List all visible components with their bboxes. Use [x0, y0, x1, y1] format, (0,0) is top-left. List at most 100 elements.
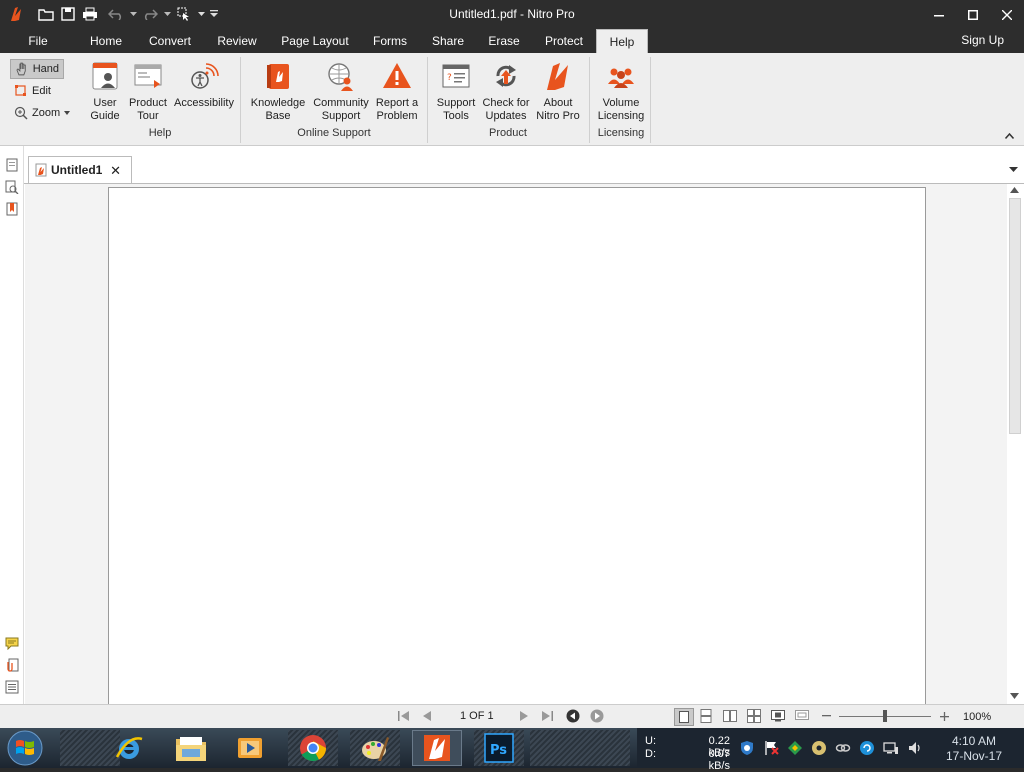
user-guide-button[interactable]: User Guide	[86, 59, 124, 123]
facing-continuous-view-icon[interactable]	[747, 709, 761, 723]
tab-share[interactable]: Share	[426, 29, 470, 53]
sync-icon[interactable]	[859, 740, 875, 756]
link-icon[interactable]	[835, 740, 851, 756]
tab-review[interactable]: Review	[212, 29, 262, 53]
system-clock[interactable]: 4:10 AM 17-Nov-17	[946, 734, 1002, 764]
knowledge-base-button[interactable]: Knowledge Base	[246, 59, 310, 123]
go-forward-icon[interactable]	[590, 709, 604, 723]
minimize-icon[interactable]	[922, 0, 956, 29]
upload-label: U:	[645, 735, 656, 747]
zoom-level[interactable]: 100%	[963, 711, 991, 723]
check-updates-icon	[489, 59, 523, 93]
tab-forms[interactable]: Forms	[368, 29, 412, 53]
maximize-icon[interactable]	[956, 0, 990, 29]
action-center-flag-icon[interactable]	[763, 740, 779, 756]
tab-erase[interactable]: Erase	[484, 29, 524, 53]
edit-tool-button[interactable]: Edit	[10, 81, 55, 101]
scrollbar-thumb[interactable]	[1009, 198, 1021, 434]
start-button[interactable]	[4, 729, 46, 767]
tab-list-dropdown-icon[interactable]	[1009, 164, 1018, 174]
scroll-up-icon[interactable]	[1010, 186, 1019, 195]
zoom-slider-thumb[interactable]	[883, 710, 887, 722]
fit-width-icon[interactable]	[795, 709, 809, 723]
left-panel	[0, 146, 24, 706]
ribbon-tab-bar: File Home Convert Review Page Layout For…	[0, 29, 1024, 53]
close-tab-icon[interactable]: ✕	[110, 163, 121, 179]
product-tour-button[interactable]: Product Tour	[126, 59, 170, 123]
close-icon[interactable]	[990, 0, 1024, 29]
accessibility-button[interactable]: Accessibility	[172, 59, 236, 110]
tab-home[interactable]: Home	[84, 29, 128, 53]
zoom-in-icon[interactable]	[937, 709, 951, 723]
hand-tool-button[interactable]: Hand	[10, 59, 64, 79]
svg-text:?: ?	[447, 73, 452, 83]
single-page-view-icon[interactable]	[674, 708, 694, 726]
comments-panel-icon[interactable]	[5, 636, 19, 651]
user-guide-icon	[88, 59, 122, 93]
zoom-out-icon[interactable]	[819, 709, 833, 723]
chrome-icon[interactable]	[288, 730, 338, 766]
community-support-label-1: Community	[313, 97, 369, 109]
disc-drive-icon[interactable]	[811, 740, 827, 756]
media-player-icon[interactable]	[225, 730, 275, 766]
first-page-icon[interactable]	[397, 709, 411, 723]
tab-help[interactable]: Help	[596, 29, 648, 53]
photoshop-icon[interactable]: Ps	[474, 730, 524, 766]
go-back-icon[interactable]	[566, 709, 580, 723]
volume-licensing-button[interactable]: Volume Licensing	[594, 59, 648, 123]
hand-tool-label: Hand	[32, 63, 59, 75]
collapse-ribbon-icon[interactable]	[1004, 131, 1015, 141]
next-page-icon[interactable]	[517, 709, 531, 723]
pdf-page[interactable]	[108, 187, 926, 707]
page-number-indicator[interactable]: 1 OF 1	[460, 710, 494, 722]
tab-page-layout[interactable]: Page Layout	[276, 29, 354, 53]
attachments-panel-icon[interactable]	[5, 658, 19, 672]
file-explorer-icon[interactable]	[166, 730, 216, 766]
volume-licensing-icon	[604, 59, 638, 93]
product-tour-icon	[131, 59, 165, 93]
scroll-down-icon[interactable]	[1010, 692, 1019, 701]
check-updates-label-1: Check for	[482, 97, 530, 109]
title-bar: Untitled1.pdf - Nitro Pro	[0, 0, 1024, 29]
document-tab[interactable]: Untitled1 ✕	[28, 156, 132, 183]
display-icon[interactable]	[883, 740, 899, 756]
last-page-icon[interactable]	[540, 709, 554, 723]
accessibility-icon	[187, 59, 221, 93]
report-problem-button[interactable]: Report a Problem	[372, 59, 422, 123]
nitro-logo-icon	[541, 59, 575, 93]
bookmarks-panel-icon[interactable]	[5, 202, 19, 216]
nitro-pro-taskbar-icon[interactable]	[412, 730, 462, 766]
paint-icon[interactable]	[350, 730, 400, 766]
facing-view-icon[interactable]	[723, 709, 737, 723]
network-share-icon[interactable]	[787, 740, 803, 756]
support-tools-icon: ?	[439, 59, 473, 93]
about-nitro-button[interactable]: About Nitro Pro	[533, 59, 583, 123]
zoom-tool-button[interactable]: Zoom	[10, 103, 74, 123]
tab-protect[interactable]: Protect	[538, 29, 590, 53]
internet-explorer-icon[interactable]	[104, 730, 154, 766]
sign-up-link[interactable]: Sign Up	[961, 33, 1004, 47]
tab-convert[interactable]: Convert	[143, 29, 197, 53]
find-panel-icon[interactable]	[5, 180, 19, 195]
support-tools-button[interactable]: ? Support Tools	[433, 59, 479, 123]
document-viewer[interactable]	[25, 184, 1007, 707]
group-separator	[589, 57, 590, 143]
report-problem-label-1: Report a	[375, 97, 419, 109]
continuous-view-icon[interactable]	[699, 709, 713, 723]
zoom-tool-label: Zoom	[32, 107, 61, 119]
zoom-dropdown-icon[interactable]	[64, 111, 71, 115]
fit-page-icon[interactable]	[771, 709, 785, 723]
pages-panel-icon[interactable]	[5, 158, 19, 172]
community-support-button[interactable]: Community Support	[310, 59, 372, 123]
vertical-scrollbar[interactable]	[1007, 184, 1022, 704]
previous-page-icon[interactable]	[420, 709, 434, 723]
output-panel-icon[interactable]	[5, 680, 19, 694]
security-shield-icon[interactable]	[739, 740, 755, 756]
group-separator	[427, 57, 428, 143]
tab-file[interactable]: File	[20, 29, 56, 53]
community-support-label-2: Support	[321, 110, 361, 122]
check-updates-button[interactable]: Check for Updates	[480, 59, 532, 123]
user-guide-label-2: Guide	[90, 110, 120, 122]
group-label-online-support: Online Support	[297, 127, 371, 139]
volume-icon[interactable]	[907, 740, 923, 756]
